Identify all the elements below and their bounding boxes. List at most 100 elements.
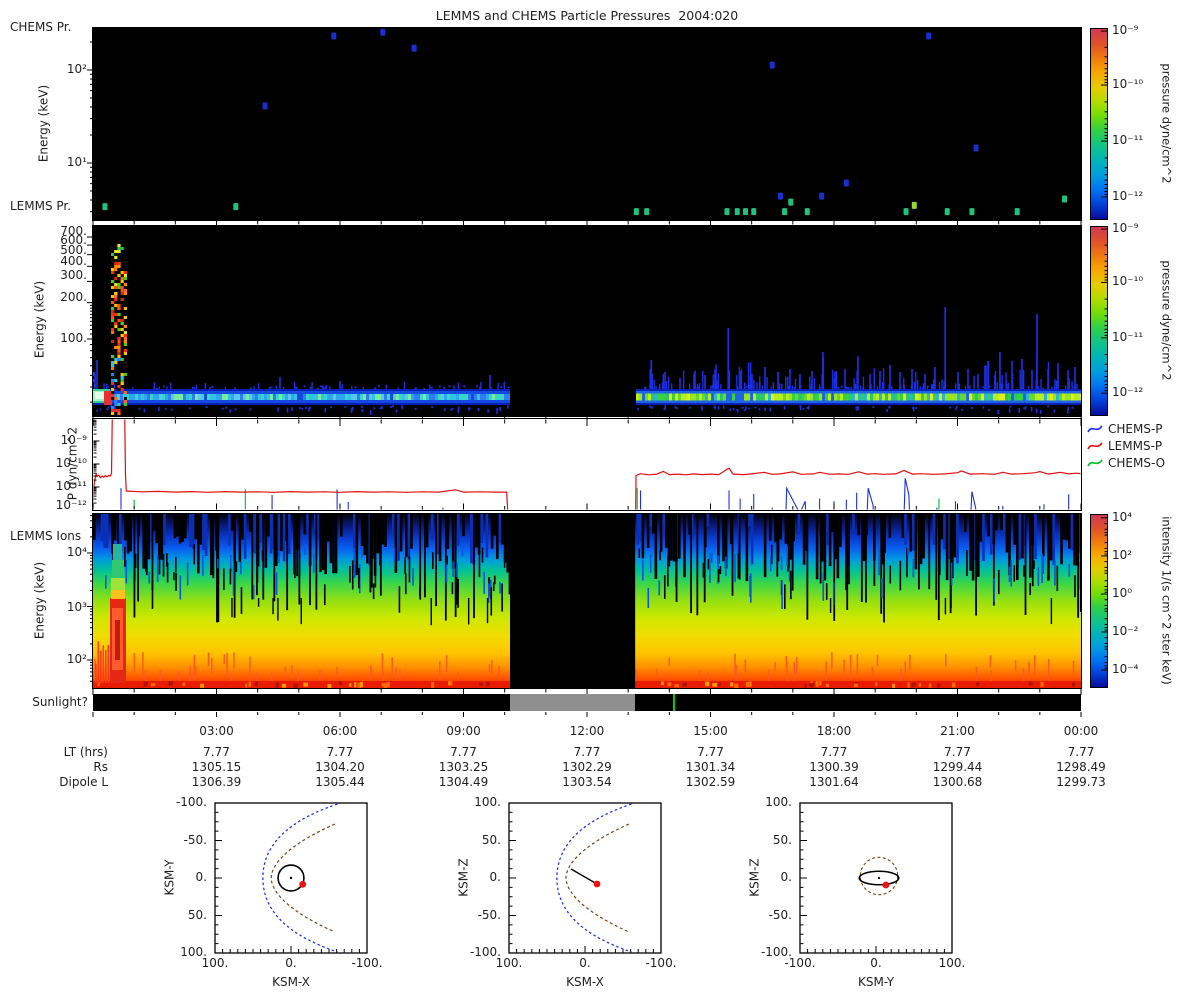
mini-ytick-label: -100. <box>175 795 207 809</box>
orbit-plot-frame <box>508 802 662 954</box>
mini-ytick-label: 100. <box>765 795 792 809</box>
ytick-label-lemms_ions: 10⁴ <box>66 545 87 559</box>
mini-xtick-label: 0. <box>870 956 882 970</box>
legend-item-lemms-p: LEMMS-P <box>1087 439 1162 453</box>
eph-value: 1303.54 <box>562 775 612 789</box>
panel-label-chems-pr: CHEMS Pr. <box>10 20 72 34</box>
legend-item-chems-p: CHEMS-P <box>1087 422 1163 436</box>
saturn-dot <box>877 876 881 880</box>
eph-row-label-lt: LT (hrs) <box>63 745 108 759</box>
sunlight-penumbra-segment <box>510 694 636 711</box>
chems-pressure-spectrogram-panel <box>92 27 1082 221</box>
mini-xaxis-title: KSM-Y <box>857 975 895 989</box>
eph-value: 1305.44 <box>315 775 365 789</box>
eph-value: 7.77 <box>1067 745 1095 759</box>
lemms-chems-plot-page: LEMMS and CHEMS Particle Pressures 2004:… <box>0 0 1200 1000</box>
eph-value: 1302.29 <box>562 760 612 774</box>
eph-value: 1302.59 <box>685 775 736 789</box>
orbit-plot-0 <box>214 802 368 954</box>
orbit-plot-2 <box>799 802 953 954</box>
eph-value: 7.77 <box>203 745 230 759</box>
eph-row-label-dipole: Dipole L <box>59 775 108 789</box>
mini-xtick-label: 100. <box>495 956 523 970</box>
eph-row-label-rs: Rs <box>93 760 108 774</box>
legend-item-chems-o: CHEMS-O <box>1087 456 1165 470</box>
mini-xtick-label: 100. <box>201 956 229 970</box>
mini-yaxis-title: KSM-Y <box>162 859 177 896</box>
ytick-label-lemms_ions: 10² <box>66 652 87 666</box>
eph-value: 7.77 <box>326 745 354 759</box>
eph-value: 1301.64 <box>809 775 859 789</box>
ytick-label-pressure: 10⁻¹⁰ <box>55 456 87 470</box>
ytick-label-pressure: 10⁻¹² <box>55 498 87 512</box>
magnetopause-curve <box>270 823 336 933</box>
spacecraft-dot <box>593 880 601 888</box>
mini-xtick-label: 100. <box>938 956 966 970</box>
time-tick-label: 21:00 <box>940 724 975 738</box>
chems-o-line-icon <box>1087 459 1103 467</box>
trajectory-line <box>570 868 598 885</box>
mini-yaxis-title: KSM-Z <box>747 858 762 897</box>
eph-value: 1304.49 <box>438 775 489 789</box>
eph-value: 1305.15 <box>191 760 242 774</box>
eph-value: 7.77 <box>573 745 601 759</box>
spacecraft-dot <box>882 881 890 889</box>
ytick-label-pressure: 10⁻¹¹ <box>55 479 87 493</box>
sunlight-label: Sunlight? <box>32 695 88 709</box>
eph-value: 7.77 <box>820 745 848 759</box>
magnetopause-circle <box>859 856 899 896</box>
eph-value: 1304.20 <box>315 760 365 774</box>
pressure-colorbar-middle <box>1090 226 1108 416</box>
colorbar-axis-label: intensity 1/(s cm^2 ster keV) <box>1159 516 1174 685</box>
ytick-label-chems_pr: 10² <box>66 62 87 76</box>
legend-label: CHEMS-O <box>1108 456 1166 470</box>
ytick-label-lemms_pr: 300. <box>60 268 87 282</box>
magnetopause-curve <box>565 823 630 933</box>
time-tick-label: 15:00 <box>693 724 728 738</box>
mini-xtick-label: -100. <box>645 956 677 970</box>
eph-value: 1300.68 <box>932 775 983 789</box>
spacecraft-dot <box>299 880 307 888</box>
time-tick-label: 06:00 <box>322 724 358 738</box>
ytick-label-lemms_pr: 200. <box>60 290 87 304</box>
orbit-plot-1 <box>508 802 662 954</box>
chems-p-line-icon <box>1087 425 1103 433</box>
lemms-ions-spectrogram-panel <box>92 513 1082 689</box>
legend-label: LEMMS-P <box>1108 439 1163 453</box>
eph-value: 1301.34 <box>685 760 736 774</box>
lemms-p-line-icon <box>1087 442 1103 450</box>
mini-xtick-label: 0. <box>579 956 591 970</box>
eph-value: 1298.49 <box>1056 760 1106 774</box>
page-title: LEMMS and CHEMS Particle Pressures 2004:… <box>435 8 739 23</box>
saturn-dot <box>289 876 293 880</box>
orbit-ellipse <box>858 870 900 886</box>
eph-value: 7.77 <box>697 745 724 759</box>
time-tick-label: 03:00 <box>199 724 234 738</box>
time-tick-label: 12:00 <box>569 724 605 738</box>
colorbar-axis-label: pressure dyne/cm^2 <box>1159 63 1174 184</box>
mini-xtick-label: -100. <box>351 956 383 970</box>
pressure-lineplot-panel <box>92 418 1082 511</box>
legend-label: CHEMS-P <box>1108 422 1163 436</box>
eph-value: 1300.39 <box>809 760 859 774</box>
ytick-label-lemms_pr: 400. <box>60 254 87 268</box>
eph-value: 7.77 <box>450 745 477 759</box>
eph-value: 7.77 <box>944 745 971 759</box>
time-tick-label: 18:00 <box>816 724 852 738</box>
orbit-plot-frame <box>799 802 953 954</box>
eph-value: 1299.73 <box>1056 775 1106 789</box>
sunlight-green-mark <box>673 694 676 711</box>
panel-label-lemms-pr: LEMMS Pr. <box>10 199 72 213</box>
colorbar-axis-label: pressure dyne/cm^2 <box>1159 260 1174 381</box>
eph-value: 1303.25 <box>438 760 489 774</box>
intensity-colorbar <box>1090 514 1108 688</box>
eph-value: 1306.39 <box>191 775 242 789</box>
ytick-label-chems_pr: 10¹ <box>66 155 87 169</box>
mini-xaxis-title: KSM-X <box>566 975 604 989</box>
pressure-colorbar-top <box>1090 28 1108 220</box>
bow-shock-curve <box>262 803 338 953</box>
time-tick-label: 09:00 <box>446 724 481 738</box>
ytick-label-lemms_ions: 10³ <box>66 600 87 614</box>
bow-shock-curve <box>556 803 632 953</box>
orbit-circle <box>277 864 305 892</box>
